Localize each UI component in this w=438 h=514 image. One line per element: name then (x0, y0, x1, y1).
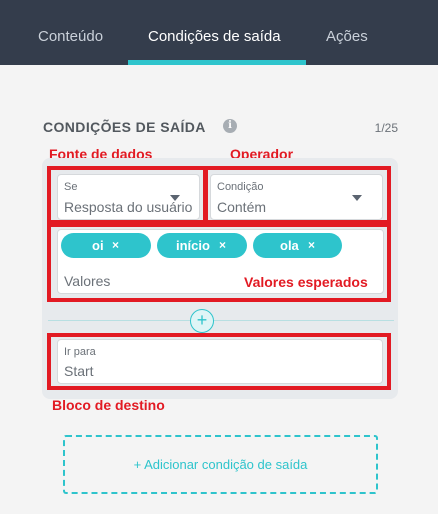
tab-condicoes-de-saida[interactable]: Condições de saída (148, 0, 281, 65)
annotation-destination-block: Bloco de destino (52, 397, 165, 413)
plus-icon: + (196, 310, 208, 330)
tab-acoes[interactable]: Ações (326, 0, 368, 65)
active-tab-indicator (128, 60, 306, 65)
tab-conteudo[interactable]: Conteúdo (38, 0, 103, 65)
highlight-operator (204, 166, 391, 224)
highlight-data-source (47, 166, 207, 224)
tab-bar: Conteúdo Condições de saída Ações (0, 0, 438, 65)
divider (48, 320, 394, 321)
highlight-expected-values (47, 223, 391, 302)
info-icon[interactable]: i (223, 119, 237, 133)
highlight-destination-block (47, 333, 391, 390)
section-title: CONDIÇÕES DE SAÍDA (43, 119, 206, 135)
condition-count: 1/25 (374, 121, 398, 135)
add-rule-button[interactable]: + (190, 309, 214, 333)
add-exit-condition-button[interactable]: + Adicionar condição de saída (63, 435, 378, 494)
